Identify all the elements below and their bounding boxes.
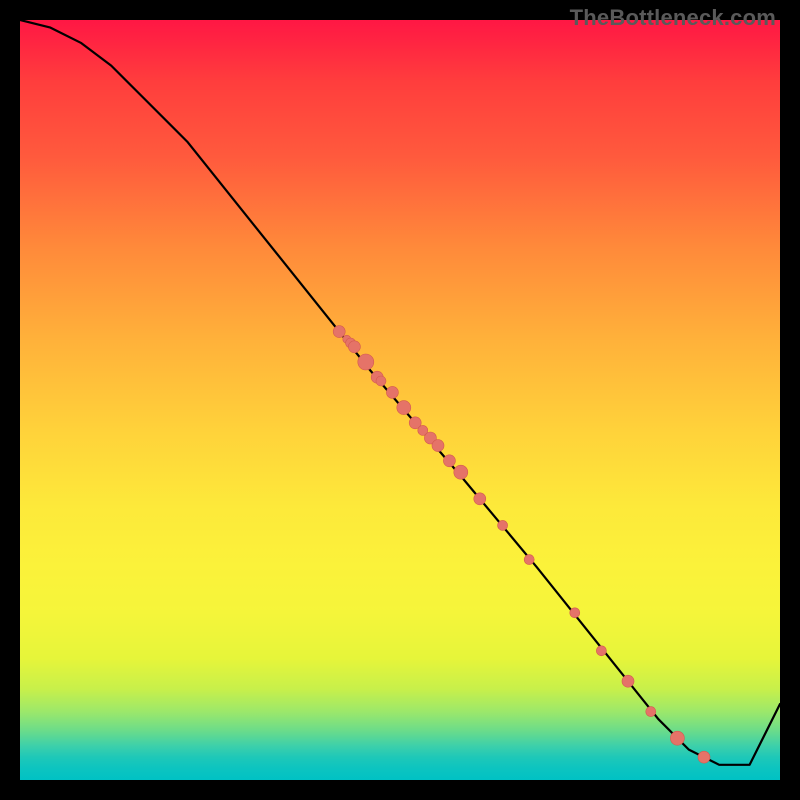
chart-frame: TheBottleneck.com <box>0 0 800 800</box>
watermark-text: TheBottleneck.com <box>570 5 776 31</box>
plot-background <box>20 20 780 780</box>
